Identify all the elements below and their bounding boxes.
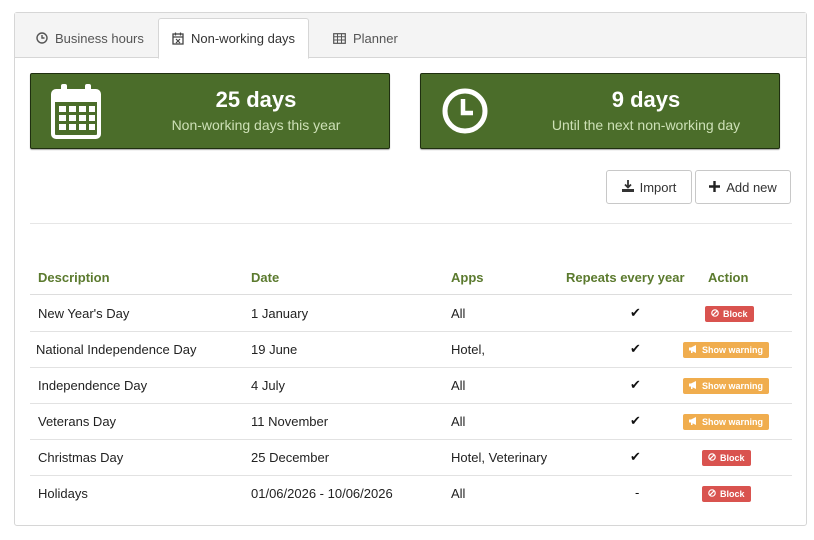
table-row: New Year's Day 1 January All ✔ Block — [30, 296, 792, 332]
divider — [30, 223, 792, 224]
table-row: Holidays 01/06/2026 - 10/06/2026 All - B… — [30, 476, 792, 512]
bullhorn-icon — [689, 381, 698, 391]
cell-date: 4 July — [251, 378, 285, 393]
cell-description: National Independence Day — [36, 342, 197, 357]
check-icon: ✔ — [630, 449, 641, 464]
table-row: National Independence Day 19 June Hotel,… — [30, 332, 792, 368]
tab-non-working-days[interactable]: Non-working days — [158, 18, 310, 59]
stat-value: 25 days — [215, 87, 297, 112]
bullhorn-icon — [689, 417, 698, 427]
cell-description: Holidays — [38, 486, 88, 501]
cell-apps: All — [451, 486, 466, 501]
column-header-description: Description — [38, 270, 110, 285]
badge-label: Block — [720, 489, 745, 499]
non-working-days-panel: Business hours Non-working days Planner — [14, 12, 807, 526]
block-badge[interactable]: Block — [702, 450, 751, 466]
stat-card-days-until-next: 9 days Until the next non-working day — [420, 73, 780, 149]
download-icon — [621, 179, 634, 195]
badge-label: Show warning — [702, 417, 764, 427]
cell-apps: Hotel, Veterinary — [451, 450, 548, 465]
check-icon: ✔ — [630, 377, 641, 392]
bullhorn-icon — [689, 345, 698, 355]
tab-label: Business hours — [55, 30, 144, 46]
ban-icon — [708, 489, 716, 499]
calendar-x-icon — [172, 32, 184, 45]
cell-date: 25 December — [251, 450, 330, 465]
column-header-repeats: Repeats every year — [566, 270, 685, 285]
column-header-apps: Apps — [451, 270, 484, 285]
table-row: Independence Day 4 July All ✔ Show warni… — [30, 368, 792, 404]
cell-date: 1 January — [251, 306, 309, 321]
badge-label: Block — [723, 309, 748, 319]
import-button[interactable]: Import — [606, 170, 692, 204]
check-icon: ✔ — [630, 305, 641, 320]
block-badge[interactable]: Block — [702, 486, 751, 502]
ban-icon — [711, 309, 719, 319]
badge-label: Block — [720, 453, 745, 463]
cell-date: 01/06/2026 - 10/06/2026 — [251, 486, 393, 501]
tab-business-hours[interactable]: Business hours — [23, 18, 157, 58]
show-warning-badge[interactable]: Show warning — [683, 414, 770, 430]
show-warning-badge[interactable]: Show warning — [683, 378, 770, 394]
clock-icon — [36, 32, 48, 44]
stat-caption: Until the next non-working day — [551, 117, 741, 133]
cell-date: 11 November — [251, 414, 329, 429]
cell-date: 19 June — [251, 342, 298, 357]
tab-label: Non-working days — [191, 31, 296, 46]
cell-apps: All — [451, 306, 466, 321]
cell-apps: All — [451, 414, 466, 429]
cell-description: Veterans Day — [38, 414, 117, 429]
table-row: Christmas Day 25 December Hotel, Veterin… — [30, 440, 792, 476]
badge-label: Show warning — [702, 345, 764, 355]
table-row: Veterans Day 11 November All ✔ Show warn… — [30, 404, 792, 440]
add-new-label: Add new — [726, 179, 777, 195]
tab-bar: Business hours Non-working days Planner — [15, 13, 806, 59]
stat-value: 9 days — [611, 87, 681, 112]
stat-card-days-this-year: 25 days Non-working days this year — [30, 73, 390, 149]
repeats-dash: - — [635, 485, 640, 500]
cell-description: Independence Day — [38, 378, 148, 393]
check-icon: ✔ — [630, 413, 641, 428]
calendar-icon — [51, 83, 101, 144]
cell-apps: All — [451, 378, 466, 393]
plus-icon — [709, 180, 721, 195]
cell-apps: Hotel, — [451, 342, 485, 357]
cell-description: New Year's Day — [38, 306, 130, 321]
add-new-button[interactable]: Add new — [695, 170, 791, 204]
tab-label: Planner — [353, 30, 398, 46]
import-label: Import — [639, 179, 677, 195]
tab-planner[interactable]: Planner — [320, 18, 411, 58]
table-header: Description Date Apps Repeats every year… — [30, 263, 792, 295]
block-badge[interactable]: Block — [705, 306, 754, 322]
show-warning-badge[interactable]: Show warning — [683, 342, 770, 358]
column-header-action: Action — [708, 270, 749, 285]
clock-icon — [441, 87, 489, 140]
table-icon — [333, 32, 346, 44]
badge-label: Show warning — [702, 381, 764, 391]
check-icon: ✔ — [630, 341, 641, 356]
column-header-date: Date — [251, 270, 280, 285]
ban-icon — [708, 453, 716, 463]
stat-caption: Non-working days this year — [171, 117, 341, 133]
cell-description: Christmas Day — [38, 450, 124, 465]
